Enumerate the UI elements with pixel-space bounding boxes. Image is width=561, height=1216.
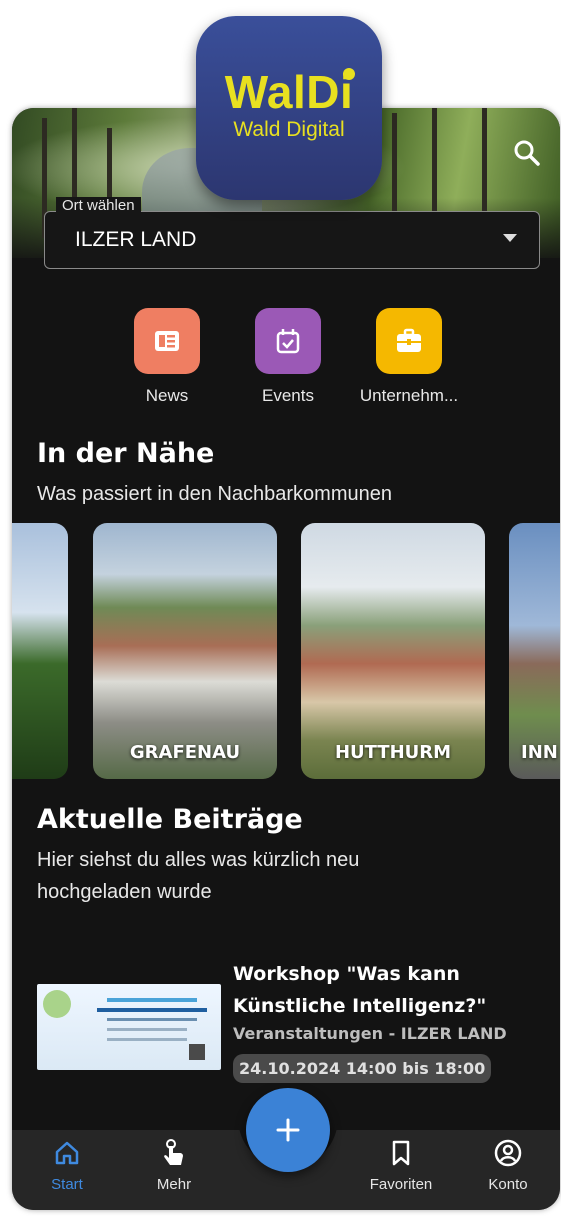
newspaper-icon [134,308,200,374]
post-thumbnail [37,984,221,1070]
tap-hand-icon [164,1139,183,1165]
home-icon [55,1141,79,1165]
location-select[interactable]: ILZER LAND [44,211,540,269]
nav-item-start[interactable]: Start [22,1138,112,1193]
place-card[interactable]: HUTTHURM [301,523,485,779]
place-card-name: GRAFENAU [129,742,241,763]
location-select-value: ILZER LAND [75,228,197,251]
account-circle-icon [494,1139,522,1167]
quick-link-news[interactable]: News [107,308,227,406]
logo-subtitle: Wald Digital [233,118,345,141]
chevron-down-icon [503,234,517,242]
add-button[interactable] [246,1088,330,1172]
nav-item-label: Konto [488,1176,528,1193]
calendar-check-icon [255,308,321,374]
nav-item-label: Mehr [156,1176,192,1193]
place-card[interactable]: CK [12,523,68,779]
quick-link-events[interactable]: Events [228,308,348,406]
place-card[interactable]: GRAFENAU [93,523,277,779]
nav-item-label: Start [51,1176,83,1193]
post-title: Workshop "Was kann Künstliche Intelligen… [233,963,487,1017]
nav-item-account[interactable]: Konto [463,1138,553,1193]
post-item[interactable]: Workshop "Was kann Künstliche Intelligen… [37,958,547,1098]
nav-item-more[interactable]: Mehr [129,1138,219,1193]
nav-item-favorites[interactable]: Favoriten [356,1138,446,1193]
post-category: Veranstaltungen - ILZER LAND [233,1024,507,1043]
nearby-section-title: In der Nähe [37,438,215,469]
search-icon [514,140,540,166]
nearby-section-subtitle: Was passiert in den Nachbarkommunen [37,483,392,505]
quick-link-businesses[interactable]: Unternehm... [349,308,469,406]
bookmark-icon [392,1140,410,1166]
briefcase-icon [376,308,442,374]
nearby-carousel[interactable]: CK GRAFENAU HUTTHURM INN [12,523,560,779]
app-logo: WalDi Wald Digital [196,16,382,200]
nav-item-label: Favoriten [369,1176,433,1193]
plus-icon [276,1118,300,1142]
app-screen: ILZER LAND Ort wählen News Events Untern… [12,108,560,1210]
place-card-name: INN [521,742,558,763]
quick-link-label: News [145,386,189,405]
search-button[interactable] [512,138,542,168]
posts-section-title: Aktuelle Beiträge [37,804,303,835]
post-date-badge: 24.10.2024 14:00 bis 18:00 [233,1054,492,1083]
quick-link-label: Unternehm... [359,386,459,405]
location-select-label: Ort wählen [56,197,141,214]
place-card[interactable]: INN [509,523,560,779]
posts-section-subtitle: Hier siehst du alles was kürzlich neu ho… [37,849,360,903]
place-card-name: HUTTHURM [334,742,452,763]
quick-link-label: Events [262,386,314,405]
place-card-name: CK [12,742,68,763]
